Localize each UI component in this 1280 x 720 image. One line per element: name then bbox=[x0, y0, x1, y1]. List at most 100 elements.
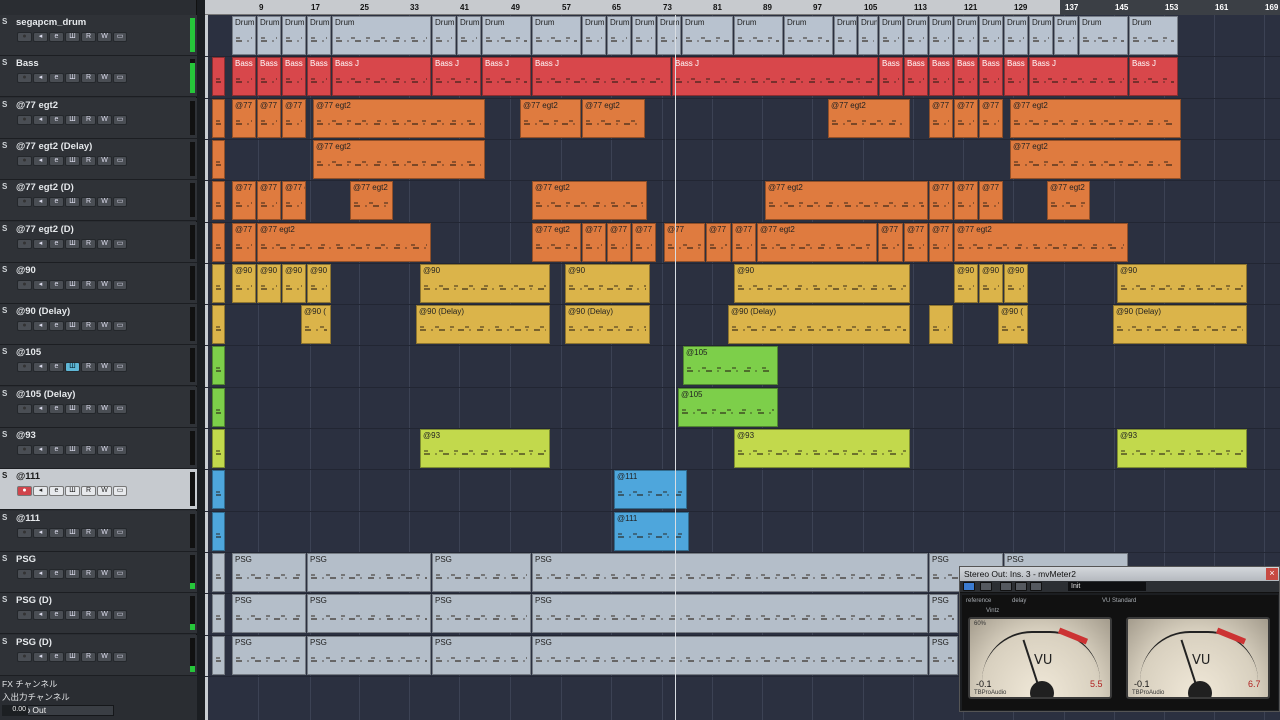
record-button[interactable]: ● bbox=[17, 486, 32, 497]
record-button[interactable]: ● bbox=[17, 321, 32, 332]
inserts-button[interactable]: Ш bbox=[65, 568, 80, 579]
monitor-button[interactable]: ◂ bbox=[33, 527, 48, 538]
midi-clip[interactable]: @77 egt2 bbox=[757, 222, 877, 262]
midi-clip[interactable]: Bass J bbox=[432, 57, 481, 97]
lane-button[interactable]: ▭ bbox=[113, 403, 127, 414]
midi-clip[interactable] bbox=[212, 387, 225, 427]
midi-clip[interactable]: @77 egt2 bbox=[765, 181, 928, 221]
midi-clip[interactable]: @77 egt2 bbox=[257, 222, 431, 262]
track-header[interactable]: S @77 egt2 (D) ● ◂ e Ш R W ▭ bbox=[0, 180, 197, 222]
write-button[interactable]: W bbox=[97, 445, 112, 455]
monitor-button[interactable]: ◂ bbox=[33, 32, 48, 42]
solo-flag[interactable]: S bbox=[2, 58, 7, 67]
lane-button[interactable]: ▭ bbox=[113, 238, 127, 249]
inserts-button[interactable]: Ш bbox=[65, 445, 80, 455]
midi-clip[interactable]: @77 bbox=[878, 222, 903, 262]
monitor-button[interactable]: ◂ bbox=[33, 321, 48, 332]
midi-clip[interactable]: Drum bbox=[1079, 16, 1128, 55]
midi-clip[interactable]: Drum bbox=[532, 16, 581, 55]
midi-clip[interactable]: @77 egt2 bbox=[313, 98, 485, 138]
solo-flag[interactable]: S bbox=[2, 182, 7, 191]
monitor-button[interactable]: ◂ bbox=[33, 73, 48, 84]
inserts-button[interactable]: Ш bbox=[65, 651, 80, 662]
track-name[interactable]: @93 bbox=[16, 430, 36, 441]
solo-flag[interactable]: S bbox=[2, 141, 7, 150]
timeline-ruler[interactable]: 9 17 25 33 41 49 57 65 73 81 89 97 105 113 121 129 137 14… bbox=[205, 0, 1280, 15]
midi-clip[interactable]: Drum bbox=[482, 16, 531, 55]
track-header[interactable]: S @77 egt2 (Delay) ● ◂ e Ш R W ▭ bbox=[0, 138, 197, 180]
midi-clip[interactable]: Drum bbox=[632, 16, 656, 55]
midi-clip[interactable] bbox=[212, 635, 225, 675]
edit-button[interactable]: e bbox=[49, 197, 64, 208]
midi-clip[interactable]: @111 bbox=[614, 511, 689, 551]
record-button[interactable]: ● bbox=[17, 155, 32, 166]
lane-button[interactable]: ▭ bbox=[113, 651, 127, 662]
write-button[interactable]: W bbox=[97, 610, 112, 621]
edit-button[interactable]: e bbox=[49, 610, 64, 621]
write-button[interactable]: W bbox=[97, 32, 112, 42]
midi-clip[interactable] bbox=[212, 305, 225, 345]
vu-standard-label[interactable]: VU Standard bbox=[1102, 598, 1136, 604]
write-button[interactable]: W bbox=[97, 403, 112, 414]
midi-clip[interactable]: @105 bbox=[678, 387, 778, 427]
lane-button[interactable]: ▭ bbox=[113, 486, 127, 497]
midi-clip[interactable]: @77 bbox=[929, 181, 953, 221]
solo-flag[interactable]: S bbox=[2, 224, 7, 233]
midi-clip[interactable]: @93 bbox=[734, 429, 910, 468]
midi-clip[interactable]: Bass bbox=[257, 57, 281, 97]
midi-clip[interactable]: Drum bbox=[858, 16, 878, 55]
midi-clip[interactable]: @93 bbox=[420, 429, 550, 468]
midi-clip[interactable]: Drum bbox=[929, 16, 953, 55]
midi-clip[interactable] bbox=[212, 98, 225, 138]
track-header[interactable]: S PSG (D) ● ◂ e Ш R W ▭ bbox=[0, 634, 197, 676]
midi-clip[interactable]: PSG bbox=[532, 594, 928, 634]
midi-clip[interactable]: PSG bbox=[307, 552, 431, 592]
midi-clip[interactable]: PSG bbox=[929, 635, 958, 675]
lane-button[interactable]: ▭ bbox=[113, 362, 127, 373]
inserts-button[interactable]: Ш bbox=[65, 403, 80, 414]
midi-clip[interactable] bbox=[212, 139, 225, 179]
record-button[interactable]: ● bbox=[17, 445, 32, 455]
track-header[interactable]: S PSG ● ◂ e Ш R W ▭ bbox=[0, 551, 197, 593]
io-channel-folder[interactable]: 入出力チャンネル bbox=[2, 691, 70, 703]
midi-clip[interactable]: @77 egt2 bbox=[350, 181, 393, 221]
track-header[interactable]: S PSG (D) ● ◂ e Ш R W ▭ bbox=[0, 593, 197, 635]
solo-flag[interactable]: S bbox=[2, 306, 7, 315]
edit-button[interactable]: e bbox=[49, 445, 64, 455]
record-button[interactable]: ● bbox=[17, 568, 32, 579]
read-button[interactable]: R bbox=[81, 527, 96, 538]
inserts-button[interactable]: Ш bbox=[65, 32, 80, 42]
midi-clip[interactable]: @77 egt2 bbox=[1010, 98, 1181, 138]
solo-flag[interactable]: S bbox=[2, 513, 7, 522]
midi-clip[interactable]: @90 (Delay) bbox=[565, 305, 650, 345]
lane-button[interactable]: ▭ bbox=[113, 279, 127, 290]
edit-button[interactable]: e bbox=[49, 486, 64, 497]
midi-clip[interactable] bbox=[212, 511, 225, 551]
plugin-window[interactable]: Stereo Out: Ins. 3 - mvMeter2 × Init ref… bbox=[959, 566, 1280, 712]
midi-clip[interactable]: @77 bbox=[664, 222, 705, 262]
track-name[interactable]: Bass bbox=[16, 58, 39, 69]
midi-clip[interactable]: @77 bbox=[979, 98, 1003, 138]
midi-clip[interactable]: @90 (Delay) bbox=[728, 305, 910, 345]
midi-clip[interactable]: @77 egt2 bbox=[520, 98, 581, 138]
midi-clip[interactable]: Drum bbox=[834, 16, 857, 55]
midi-clip[interactable]: Drum bbox=[1129, 16, 1178, 55]
midi-clip[interactable]: PSG bbox=[432, 594, 531, 634]
midi-clip[interactable]: @77 bbox=[929, 222, 953, 262]
midi-clip[interactable]: Drum bbox=[307, 16, 331, 55]
midi-clip[interactable]: Bass bbox=[232, 57, 256, 97]
track-header[interactable]: S @90 (Delay) ● ◂ e Ш R W ▭ bbox=[0, 304, 197, 346]
midi-clip[interactable]: @105 bbox=[683, 346, 778, 386]
midi-clip[interactable]: @90 bbox=[954, 263, 978, 303]
compare-icon[interactable] bbox=[1030, 582, 1042, 591]
midi-clip[interactable] bbox=[212, 57, 225, 97]
monitor-button[interactable]: ◂ bbox=[33, 197, 48, 208]
record-button[interactable]: ● bbox=[17, 32, 32, 42]
midi-clip[interactable]: @77 bbox=[232, 222, 256, 262]
midi-clip[interactable] bbox=[212, 594, 225, 634]
inserts-button[interactable]: Ш bbox=[65, 610, 80, 621]
write-button[interactable]: W bbox=[97, 486, 112, 497]
solo-flag[interactable]: S bbox=[2, 595, 7, 604]
midi-clip[interactable]: @90 bbox=[307, 263, 331, 303]
midi-clip[interactable]: @90 bbox=[420, 263, 550, 303]
